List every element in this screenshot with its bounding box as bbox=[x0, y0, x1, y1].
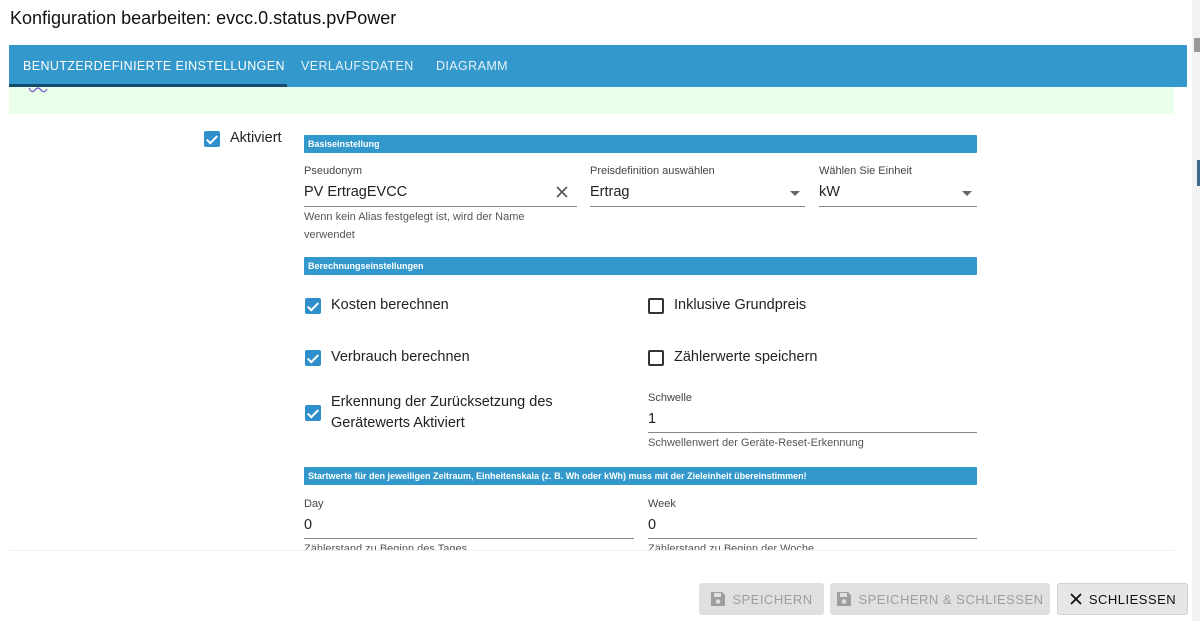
activated-checkbox[interactable] bbox=[204, 131, 220, 147]
caret-down-icon[interactable] bbox=[790, 191, 800, 196]
tab-history-data[interactable]: VERLAUFSDATEN bbox=[301, 45, 414, 87]
day-label: Day bbox=[304, 498, 324, 510]
threshold-underline bbox=[648, 432, 977, 433]
clear-icon[interactable] bbox=[555, 185, 569, 199]
store-meter-checkbox[interactable] bbox=[648, 350, 664, 366]
section-calculation: Berechnungseinstellungen bbox=[304, 257, 977, 275]
save-button[interactable]: SPEICHERN bbox=[699, 583, 824, 615]
tab-bar: BENUTZERDEFINIERTE EINSTELLUNGEN VERLAUF… bbox=[9, 45, 1187, 87]
calc-costs-checkbox[interactable] bbox=[305, 298, 321, 314]
alias-label: Pseudonym bbox=[304, 165, 363, 177]
week-label: Week bbox=[648, 498, 676, 510]
unit-label: Wählen Sie Einheit bbox=[819, 165, 912, 177]
threshold-input[interactable]: 1 bbox=[648, 411, 656, 427]
store-meter-label: Zählerwerte speichern bbox=[674, 349, 818, 365]
close-button-label: SCHLIESSEN bbox=[1088, 591, 1177, 607]
info-strip bbox=[9, 87, 1174, 114]
save-icon bbox=[711, 592, 726, 606]
unit-select[interactable]: kW bbox=[819, 184, 840, 200]
save-close-button-label: SPEICHERN & SCHLIESSEN bbox=[858, 591, 1044, 607]
calc-costs-label: Kosten berechnen bbox=[331, 297, 449, 313]
save-close-button[interactable]: SPEICHERN & SCHLIESSEN bbox=[830, 583, 1050, 615]
week-help: Zählerstand zu Beginn der Woche bbox=[648, 543, 815, 550]
save-icon bbox=[837, 592, 852, 606]
week-input[interactable]: 0 bbox=[648, 517, 656, 533]
base-price-label: Inklusive Grundpreis bbox=[674, 297, 807, 313]
week-underline bbox=[648, 538, 977, 539]
chart-icon bbox=[28, 87, 48, 93]
calc-consumption-label: Verbrauch berechnen bbox=[331, 349, 470, 365]
reset-detection-label-2: Gerätewerts Aktiviert bbox=[331, 415, 465, 431]
background-scrollbar bbox=[1192, 0, 1200, 621]
dialog-title: Konfiguration bearbeiten: evcc.0.status.… bbox=[10, 8, 397, 28]
alias-input[interactable]: PV ErtragEVCC bbox=[304, 184, 407, 200]
price-label: Preisdefinition auswählen bbox=[590, 165, 715, 177]
reset-detection-checkbox[interactable] bbox=[305, 405, 321, 421]
calc-consumption-checkbox[interactable] bbox=[305, 350, 321, 366]
close-icon bbox=[1070, 593, 1082, 605]
content-divider bbox=[9, 550, 1174, 551]
day-help: Zählerstand zu Beginn des Tages bbox=[304, 543, 468, 550]
threshold-label: Schwelle bbox=[648, 392, 693, 404]
tab-custom-settings[interactable]: BENUTZERDEFINIERTE EINSTELLUNGEN bbox=[23, 45, 285, 87]
threshold-help: Schwellenwert der Geräte-Reset-Erkennung bbox=[648, 437, 864, 449]
price-underline bbox=[590, 206, 805, 207]
tab-chart[interactable]: DIAGRAMM bbox=[436, 45, 508, 87]
caret-down-icon[interactable] bbox=[962, 191, 972, 196]
unit-underline bbox=[819, 206, 977, 207]
close-button[interactable]: SCHLIESSEN bbox=[1057, 583, 1188, 615]
scroll-thumb bbox=[1194, 38, 1200, 52]
save-button-label: SPEICHERN bbox=[732, 591, 813, 607]
section-basic: Basiseinstellung bbox=[304, 135, 977, 153]
alias-help-1: Wenn kein Alias festgelegt ist, wird der… bbox=[304, 211, 525, 223]
activated-label: Aktiviert bbox=[230, 130, 282, 146]
settings-content[interactable]: Aktiviert Basiseinstellung Pseudonym PV … bbox=[9, 114, 1174, 550]
alias-help-2: verwendet bbox=[304, 229, 355, 241]
day-underline bbox=[304, 538, 634, 539]
day-input[interactable]: 0 bbox=[304, 517, 312, 533]
price-select[interactable]: Ertrag bbox=[590, 184, 630, 200]
section-start-values: Startwerte für den jeweiligen Zeitraum, … bbox=[304, 467, 977, 485]
alias-underline bbox=[304, 206, 577, 207]
reset-detection-label-1: Erkennung der Zurücksetzung des bbox=[331, 394, 553, 410]
base-price-checkbox[interactable] bbox=[648, 298, 664, 314]
